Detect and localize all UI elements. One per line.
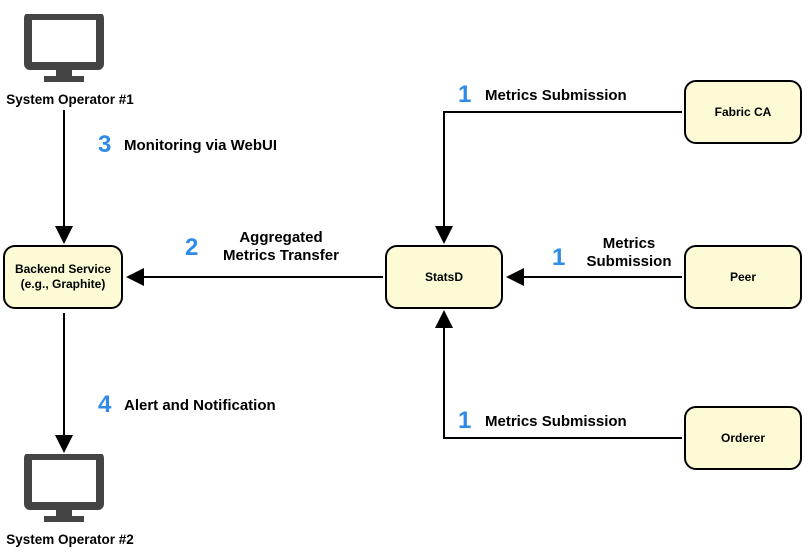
step-3-label: Monitoring via WebUI — [124, 137, 277, 155]
node-fabricca-label: Fabric CA — [715, 105, 772, 120]
step-4-label: Alert and Notification — [124, 397, 276, 415]
node-orderer-label: Orderer — [721, 431, 765, 446]
step-2-number: 2 — [185, 234, 197, 262]
step-1b-label: MetricsSubmission — [574, 235, 684, 271]
step-4-number: 4 — [98, 391, 110, 419]
monitor-icon-operator-1 — [24, 14, 104, 86]
node-statsd: StatsD — [385, 245, 503, 309]
node-fabric-ca: Fabric CA — [684, 80, 802, 144]
monitor-icon-operator-2 — [24, 454, 104, 526]
operator-1-caption: System Operator #1 — [0, 92, 140, 107]
step-3-number: 3 — [98, 131, 110, 159]
node-statsd-label: StatsD — [425, 270, 463, 285]
node-orderer: Orderer — [684, 406, 802, 470]
operator-2-caption: System Operator #2 — [0, 532, 140, 547]
node-peer-label: Peer — [730, 270, 756, 285]
step-1b-number: 1 — [552, 244, 564, 272]
step-1c-label: Metrics Submission — [485, 413, 627, 431]
step-2-label: AggregatedMetrics Transfer — [211, 229, 351, 265]
node-backend-service: Backend Service(e.g., Graphite) — [3, 245, 123, 309]
step-1a-label: Metrics Submission — [485, 87, 627, 105]
step-1a-number: 1 — [458, 81, 470, 109]
node-peer: Peer — [684, 245, 802, 309]
step-1c-number: 1 — [458, 407, 470, 435]
node-backend-label: Backend Service(e.g., Graphite) — [15, 262, 111, 292]
